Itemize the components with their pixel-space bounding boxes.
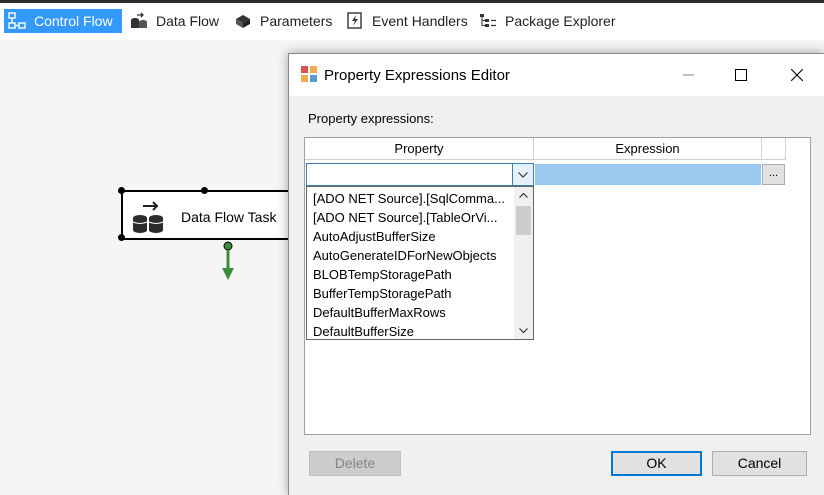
tab-label: Parameters: [260, 13, 333, 29]
package-explorer-icon: [479, 12, 497, 30]
close-icon: [791, 69, 803, 81]
success-precedence-arrow[interactable]: [221, 240, 235, 282]
scroll-thumb[interactable]: [516, 206, 531, 235]
dialog-app-icon: [301, 66, 317, 82]
dropdown-item[interactable]: [ADO NET Source].[TableOrVi...: [307, 208, 513, 227]
dropdown-item[interactable]: BLOBTempStoragePath: [307, 265, 513, 284]
dropdown-item[interactable]: DefaultBufferMaxRows: [307, 303, 513, 322]
task-label: Data Flow Task: [181, 209, 277, 225]
selection-handle[interactable]: [201, 187, 208, 194]
property-expressions-dialog: Property Expressions Editor Property exp…: [288, 53, 824, 495]
data-flow-task[interactable]: Data Flow Task: [118, 187, 291, 241]
chevron-up-icon: [519, 193, 528, 198]
chevron-down-icon: [518, 171, 528, 178]
top-border: [0, 0, 824, 3]
tab-label: Control Flow: [34, 13, 113, 29]
column-header-button: [762, 138, 786, 160]
combobox-dropdown-button[interactable]: [512, 164, 533, 185]
chevron-down-icon: [519, 328, 528, 333]
close-button[interactable]: [774, 54, 820, 96]
property-expressions-grid[interactable]: Property Expression ... [ADO NET Source]…: [304, 137, 811, 435]
property-combobox[interactable]: [306, 163, 534, 186]
column-header-property[interactable]: Property: [305, 138, 534, 160]
control-flow-icon: [8, 12, 26, 30]
dropdown-item[interactable]: BufferTempStoragePath: [307, 284, 513, 303]
tab-parameters[interactable]: Parameters: [234, 9, 332, 33]
selection-handle[interactable]: [118, 187, 125, 194]
ok-button[interactable]: OK: [611, 451, 702, 476]
dropdown-item[interactable]: [ADO NET Source].[SqlComma...: [307, 189, 513, 208]
delete-button[interactable]: Delete: [309, 451, 401, 476]
selection-handle[interactable]: [118, 234, 125, 241]
minimize-icon: [683, 74, 694, 76]
dropdown-scrollbar[interactable]: [514, 187, 533, 339]
column-header-expression[interactable]: Expression: [534, 138, 762, 160]
tab-event-handlers[interactable]: Event Handlers: [346, 9, 468, 33]
dropdown-item[interactable]: AutoAdjustBufferSize: [307, 227, 513, 246]
tab-label: Data Flow: [156, 13, 220, 29]
tab-control-flow[interactable]: Control Flow: [4, 9, 122, 33]
dialog-title: Property Expressions Editor: [324, 67, 510, 84]
tab-package-explorer[interactable]: Package Explorer: [479, 9, 616, 33]
maximize-button[interactable]: [718, 54, 764, 96]
cancel-button[interactable]: Cancel: [712, 451, 807, 476]
tab-label: Package Explorer: [505, 13, 616, 29]
expression-builder-button[interactable]: ...: [762, 164, 785, 185]
designer-tab-strip: Control Flow Data Flow Parameters Event …: [0, 0, 824, 40]
minimize-button[interactable]: [666, 54, 712, 96]
dropdown-item[interactable]: AutoGenerateIDForNewObjects: [307, 246, 513, 265]
data-flow-icon: [130, 12, 148, 30]
property-expressions-label: Property expressions:: [308, 111, 434, 126]
parameters-icon: [234, 12, 252, 30]
tab-label: Event Handlers: [372, 13, 468, 29]
scroll-up-button[interactable]: [514, 187, 533, 204]
data-flow-task-icon: [131, 200, 167, 234]
dialog-title-bar[interactable]: Property Expressions Editor: [289, 54, 824, 96]
event-handlers-icon: [346, 12, 364, 30]
dropdown-item[interactable]: DefaultBufferSize: [307, 322, 513, 339]
scroll-down-button[interactable]: [514, 322, 533, 339]
property-dropdown-list[interactable]: [ADO NET Source].[SqlComma... [ADO NET S…: [306, 186, 534, 340]
tab-data-flow[interactable]: Data Flow: [130, 9, 219, 33]
maximize-icon: [735, 69, 747, 81]
expression-cell[interactable]: [535, 164, 761, 185]
